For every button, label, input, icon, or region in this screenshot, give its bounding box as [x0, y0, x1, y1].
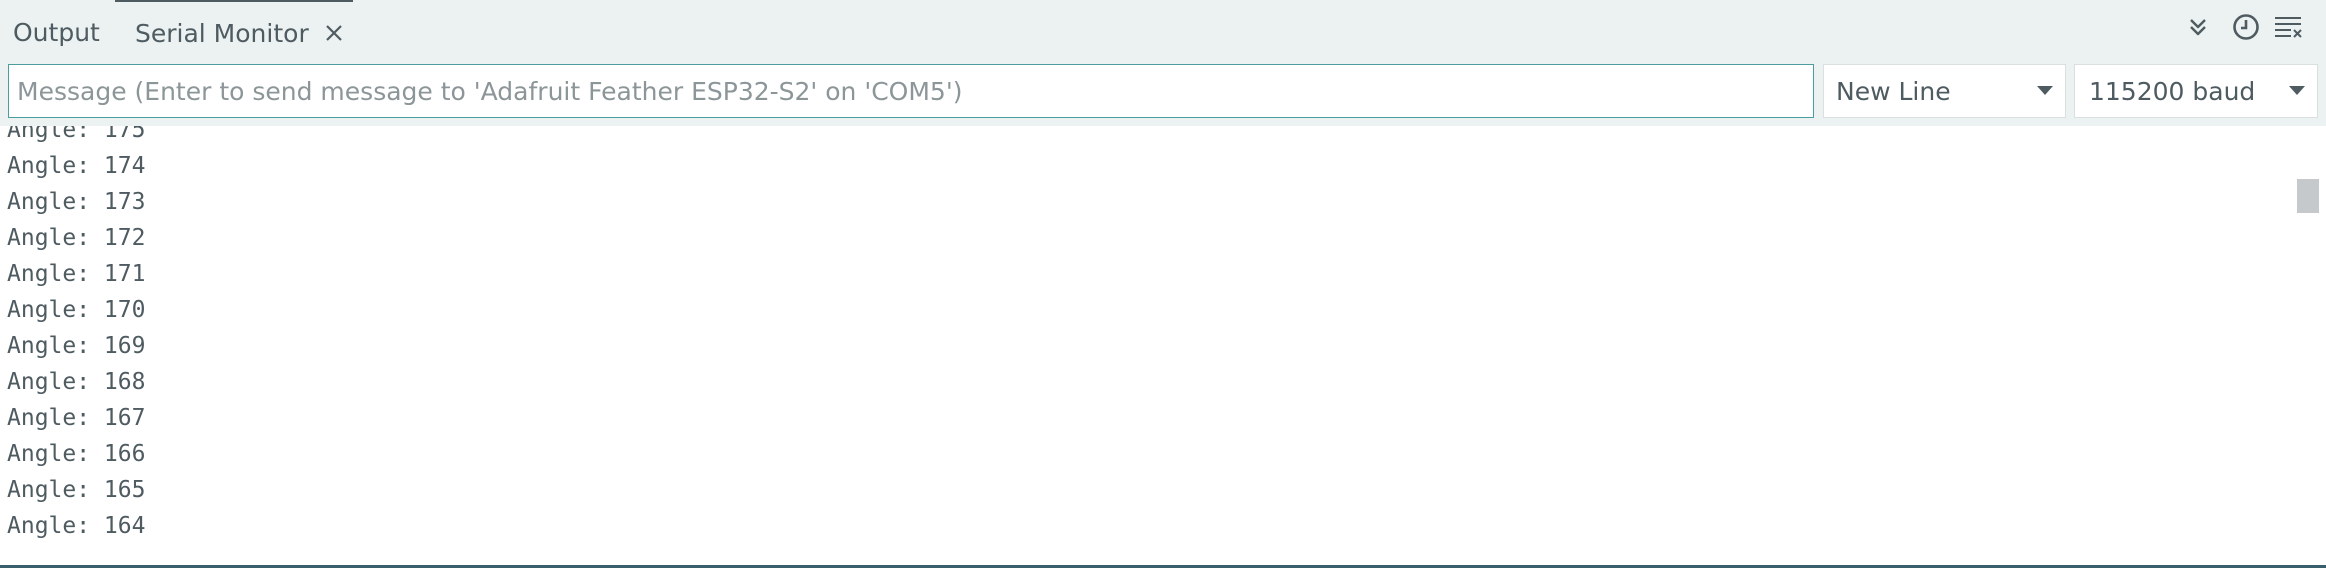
tab-serial-monitor[interactable]: Serial Monitor — [115, 0, 353, 64]
close-icon[interactable] — [321, 20, 347, 46]
log-line: Angle: 171 — [7, 261, 146, 287]
serial-output-log[interactable]: Angle: 175 Angle: 174 Angle: 173 Angle: 172… — [0, 126, 2326, 566]
log-line: Angle: 174 — [7, 153, 146, 179]
serial-monitor-panel: Output Serial Monitor Message (Enter to … — [0, 0, 2326, 568]
line-ending-select[interactable]: New Line — [1823, 64, 2066, 118]
baud-rate-select[interactable]: 115200 baud — [2074, 64, 2318, 118]
log-line: Angle: 164 — [7, 513, 146, 539]
toggle-autoscroll-icon[interactable] — [2181, 10, 2215, 44]
message-input[interactable] — [8, 64, 1814, 118]
log-line: Angle: 175 — [7, 126, 146, 143]
chevron-down-icon — [2289, 86, 2305, 95]
panel-tab-bar: Output Serial Monitor — [0, 0, 2326, 64]
log-line: Angle: 168 — [7, 369, 146, 395]
chevron-down-icon — [2037, 86, 2053, 95]
log-line: Angle: 173 — [7, 189, 146, 215]
clear-output-icon[interactable] — [2272, 10, 2306, 44]
message-toolbar: New Line 115200 baud — [0, 64, 2326, 126]
tab-output[interactable]: Output — [0, 0, 113, 64]
baud-rate-value: 115200 baud — [2089, 76, 2256, 106]
line-ending-value: New Line — [1836, 76, 1951, 106]
log-line: Angle: 165 — [7, 477, 146, 503]
log-line: Angle: 169 — [7, 333, 146, 359]
toggle-timestamp-icon[interactable] — [2229, 10, 2263, 44]
log-line: Angle: 170 — [7, 297, 146, 323]
tab-serial-monitor-label: Serial Monitor — [135, 18, 309, 48]
log-line: Angle: 166 — [7, 441, 146, 467]
log-lines-list: Angle: 175 Angle: 174 Angle: 173 Angle: 172… — [7, 126, 145, 544]
scrollbar-thumb[interactable] — [2297, 179, 2319, 213]
log-line: Angle: 167 — [7, 405, 146, 431]
log-line: Angle: 172 — [7, 225, 146, 251]
tab-output-label: Output — [13, 17, 100, 47]
